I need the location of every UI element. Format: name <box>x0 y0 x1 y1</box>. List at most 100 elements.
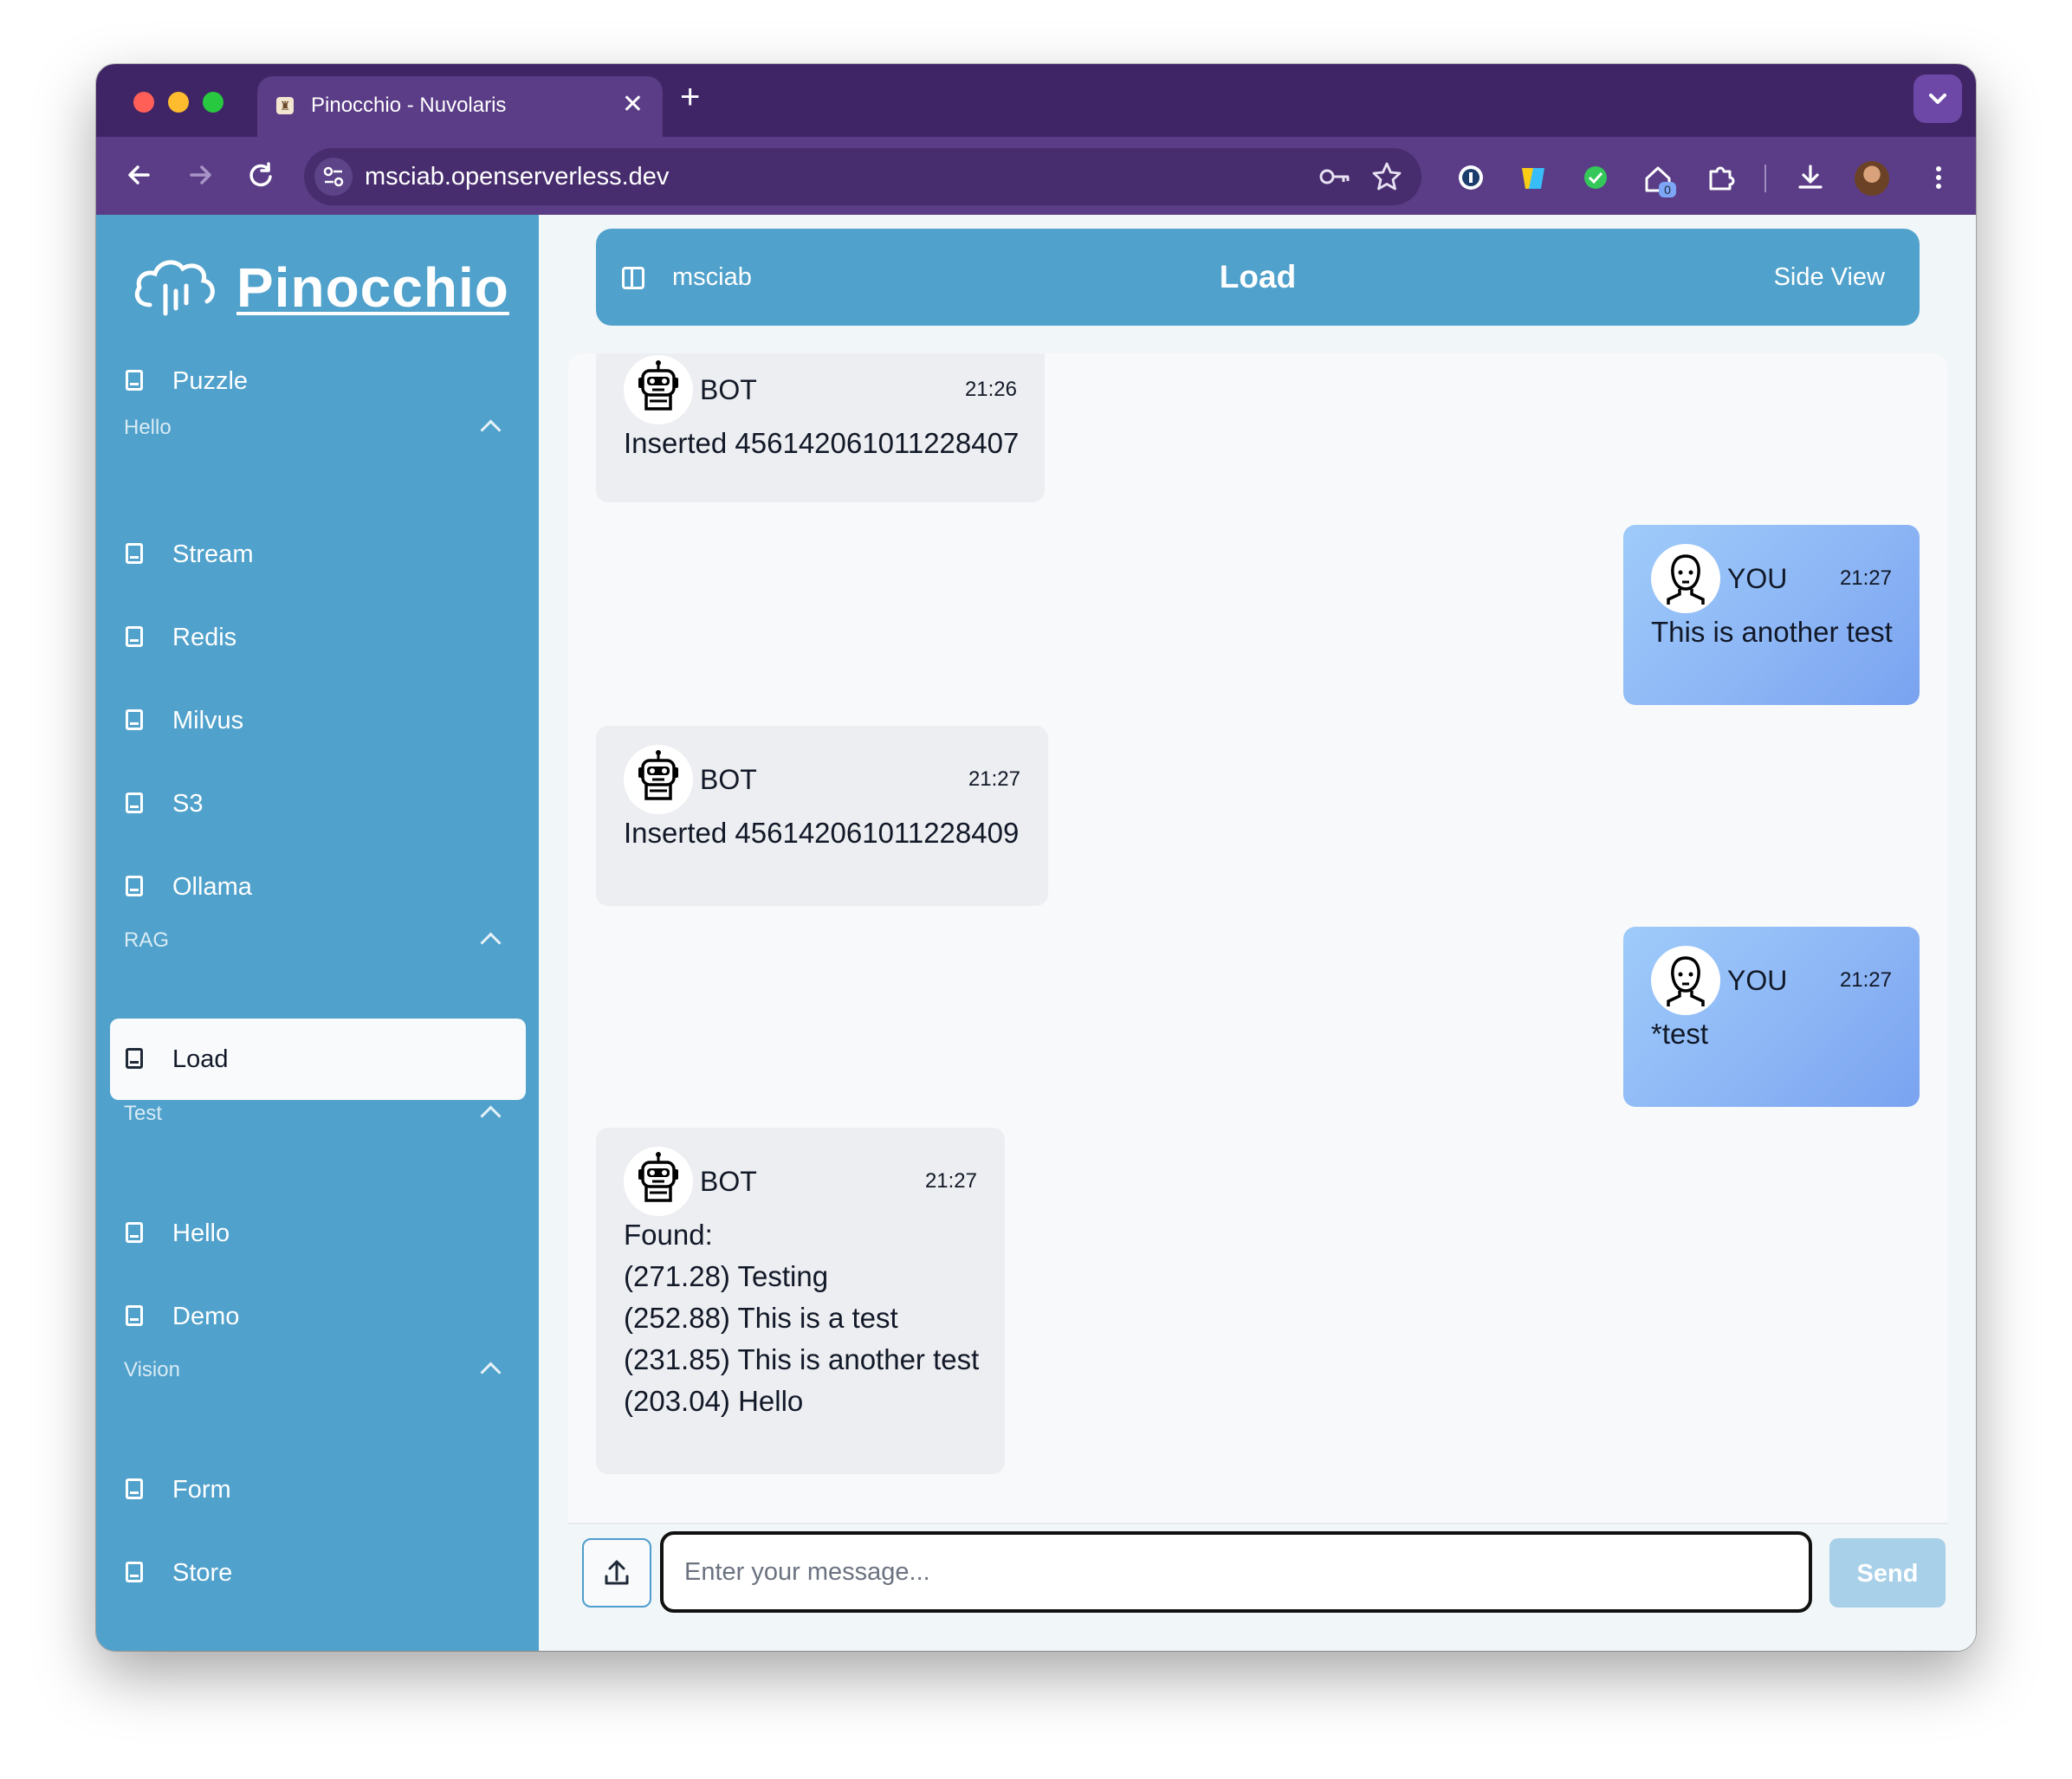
sidebar: Pinocchio Puzzle Hello Stream Redis Milv… <box>96 215 539 1651</box>
message-text: *test <box>1651 1018 1709 1050</box>
sidebar-item-s3[interactable]: S3 <box>110 763 526 844</box>
chevron-up-icon <box>480 1362 502 1383</box>
sidebar-item-load[interactable]: Load <box>110 1019 526 1100</box>
sidebar-item-puzzle[interactable]: Puzzle <box>110 340 526 422</box>
colorful-extension-icon[interactable] <box>1517 161 1550 194</box>
book-icon <box>126 792 143 813</box>
message-line: Found: <box>624 1219 713 1251</box>
message-line: (231.85) This is another test <box>624 1343 980 1375</box>
send-button[interactable]: Send <box>1829 1538 1946 1608</box>
book-icon <box>126 1222 143 1243</box>
user-message: YOU 21:27 This is another test <box>1623 525 1920 705</box>
tab-search-button[interactable] <box>1913 74 1962 123</box>
app-logo-text[interactable]: Pinocchio <box>236 256 509 319</box>
message-sender: BOT <box>700 764 757 795</box>
message-text: Inserted 456142061011228407 <box>624 427 1020 459</box>
side-view-button[interactable]: Side View <box>1774 262 1885 293</box>
sidebar-item-label: Hello <box>172 1219 230 1247</box>
main-panel: msciab Load Side View BOT 21:26 Inserted… <box>539 215 1976 1651</box>
check-extension-icon[interactable] <box>1579 161 1612 194</box>
sidebar-item-label: Stream <box>172 540 254 568</box>
sidebar-item-ollama[interactable]: Ollama <box>110 846 526 928</box>
tab-bar: ♜ Pinocchio - Nuvolaris ✕ + <box>96 64 1976 137</box>
bot-message: BOT 21:27 Inserted 456142061011228409 <box>596 726 1048 906</box>
password-manager-extension-icon[interactable] <box>1454 161 1487 194</box>
chat-header: msciab Load Side View <box>596 229 1920 326</box>
minimize-window-button[interactable] <box>168 92 189 113</box>
message-text: Inserted 456142061011228409 <box>624 817 1020 849</box>
section-test[interactable]: Test <box>124 1097 514 1131</box>
sidebar-item-store[interactable]: Store <box>110 1532 526 1614</box>
sidebar-item-form[interactable]: Form <box>110 1449 526 1530</box>
book-icon <box>126 1305 143 1326</box>
message-sender: YOU <box>1727 965 1788 996</box>
home-extension-icon[interactable]: 0 <box>1641 161 1676 197</box>
browser-window: ♜ Pinocchio - Nuvolaris ✕ + msciab.opens… <box>96 64 1976 1651</box>
robot-avatar-icon <box>624 745 693 814</box>
upload-button[interactable] <box>582 1538 651 1608</box>
browser-menu-button[interactable] <box>1922 161 1955 194</box>
tab-close-icon[interactable]: ✕ <box>622 90 644 120</box>
url-text[interactable]: msciab.openserverless.dev <box>365 161 669 192</box>
upload-icon <box>605 1560 629 1585</box>
address-bar[interactable]: msciab.openserverless.dev <box>304 148 1421 205</box>
book-icon <box>126 626 143 647</box>
favicon-icon: ♜ <box>276 97 294 114</box>
book-icon <box>126 1562 143 1582</box>
back-button[interactable] <box>119 154 160 206</box>
tab-title: Pinocchio - Nuvolaris <box>311 94 507 117</box>
section-label: Test <box>124 1102 163 1125</box>
user-message: YOU 21:27 *test <box>1623 927 1920 1107</box>
sidebar-item-redis[interactable]: Redis <box>110 597 526 678</box>
user-avatar-icon <box>1651 544 1720 613</box>
tune-icon <box>323 166 344 187</box>
robot-avatar-icon <box>624 355 693 424</box>
section-label: RAG <box>124 928 170 952</box>
extension-badge: 0 <box>1664 183 1671 197</box>
chevron-up-icon <box>480 1105 502 1127</box>
message-sender: BOT <box>700 374 757 405</box>
chevron-up-icon <box>480 932 502 954</box>
gem-icon <box>1522 168 1544 189</box>
sidebar-item-stream[interactable]: Stream <box>110 514 526 595</box>
book-icon <box>126 709 143 730</box>
sidebar-item-label: S3 <box>172 790 204 818</box>
forward-button[interactable] <box>179 154 221 206</box>
message-time: 21:27 <box>968 767 1020 791</box>
section-vision[interactable]: Vision <box>124 1353 514 1388</box>
sidebar-item-milvus[interactable]: Milvus <box>110 680 526 761</box>
sidebar-item-label: Puzzle <box>172 367 249 395</box>
message-text: This is another test <box>1651 616 1893 648</box>
sidebar-item-label: Demo <box>172 1303 240 1330</box>
sidebar-item-label: Load <box>172 1045 229 1073</box>
sidebar-item-hello[interactable]: Hello <box>110 1193 526 1274</box>
profile-avatar[interactable] <box>1855 161 1889 196</box>
new-tab-button[interactable]: + <box>680 78 700 116</box>
chevron-up-icon <box>480 419 502 441</box>
password-key-icon[interactable] <box>1318 160 1352 200</box>
close-window-button[interactable] <box>133 92 154 113</box>
maximize-window-button[interactable] <box>203 92 223 113</box>
sidebar-item-demo[interactable]: Demo <box>110 1276 526 1357</box>
downloads-button[interactable] <box>1794 161 1827 194</box>
chat-messages[interactable]: BOT 21:26 Inserted 456142061011228407 YO… <box>568 353 1947 1523</box>
arrow-right-icon <box>190 165 211 184</box>
message-sender: BOT <box>700 1166 757 1197</box>
section-hello[interactable]: Hello <box>124 411 514 445</box>
book-icon <box>126 1048 143 1069</box>
message-input[interactable] <box>660 1531 1812 1613</box>
reload-button[interactable] <box>240 154 282 206</box>
sidebar-item-label: Ollama <box>172 873 252 901</box>
page-title: Load <box>1219 259 1297 294</box>
site-settings-icon[interactable] <box>314 158 353 196</box>
browser-tab[interactable]: ♜ Pinocchio - Nuvolaris ✕ <box>257 76 663 137</box>
section-rag[interactable]: RAG <box>124 923 514 958</box>
bookmark-star-icon[interactable] <box>1371 160 1402 200</box>
composer-divider <box>568 1523 1947 1524</box>
toolbar-divider <box>1764 165 1766 192</box>
message-line: (271.28) Testing <box>624 1260 829 1292</box>
sidebar-item-label: Store <box>172 1559 233 1587</box>
extensions-puzzle-button[interactable] <box>1704 161 1737 194</box>
sidebar-item-label: Form <box>172 1476 231 1504</box>
check-circle-icon <box>1584 166 1607 189</box>
